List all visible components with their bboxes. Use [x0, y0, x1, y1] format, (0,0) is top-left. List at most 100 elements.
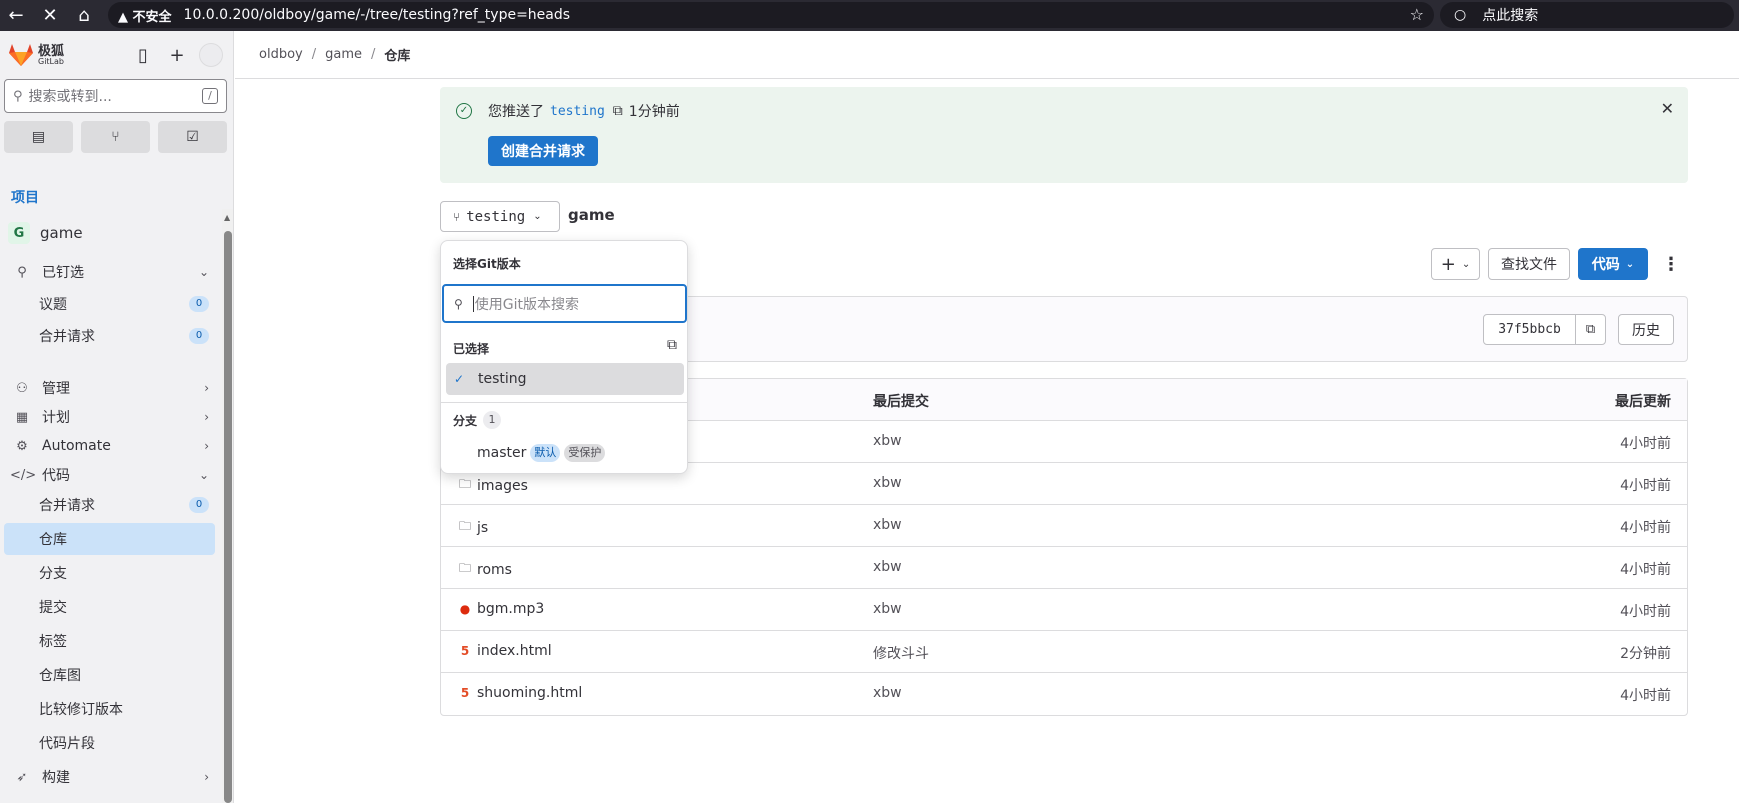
copy-icon[interactable]: ⧉ — [613, 103, 623, 119]
chevron-right-icon: › — [204, 439, 209, 453]
nav-commits[interactable]: 提交 — [4, 591, 215, 623]
commit-sha[interactable]: 37f5bbcb — [1483, 314, 1576, 345]
merge-requests-icon[interactable]: ⑂ — [81, 121, 150, 153]
commit-message[interactable]: xbw — [873, 685, 902, 701]
code-dropdown-button[interactable]: 代码 ⌄ — [1578, 248, 1648, 280]
home-icon[interactable]: ⌂ — [72, 4, 96, 28]
default-badge: 默认 — [530, 444, 561, 462]
dropdown-title: 选择Git版本 — [453, 257, 521, 271]
protected-badge: 受保护 — [564, 444, 606, 462]
commit-message[interactable]: xbw — [873, 601, 902, 617]
nav-tags[interactable]: 标签 — [4, 625, 215, 657]
nav-automate[interactable]: ⚙ Automate › — [4, 430, 215, 462]
rocket-icon: ➶ — [16, 769, 28, 785]
update-time: 4小时前 — [1620, 604, 1671, 620]
table-row[interactable]: ● bgm.mp3 xbw 4小时前 — [441, 589, 1687, 631]
nav-merge-requests[interactable]: 合并请求 0 — [4, 489, 215, 521]
table-row[interactable]: 🗀 roms xbw 4小时前 — [441, 547, 1687, 589]
back-icon[interactable]: ← — [4, 4, 28, 28]
gitlab-logo-icon[interactable] — [8, 43, 34, 67]
find-file-button[interactable]: 查找文件 — [1488, 248, 1570, 280]
add-dropdown-button[interactable]: + ⌄ — [1431, 248, 1480, 280]
project-link[interactable]: G game — [0, 221, 233, 245]
nav-repository[interactable]: 仓库 — [4, 523, 215, 555]
update-time: 4小时前 — [1620, 436, 1671, 452]
file-name[interactable]: images — [477, 478, 528, 494]
sidebar-search-input[interactable]: ⚲ 搜索或转到... / — [4, 79, 227, 113]
nav-merge-requests-pinned[interactable]: 合并请求 0 — [4, 320, 215, 352]
create-new-icon[interactable]: + — [165, 43, 189, 67]
bookmark-star-icon[interactable]: ☆ — [1410, 5, 1424, 24]
commit-message[interactable]: xbw — [873, 559, 902, 575]
table-row[interactable]: 🗀 js xbw 4小时前 — [441, 505, 1687, 547]
nav-plan[interactable]: ▦ 计划 › — [4, 401, 215, 433]
repo-path[interactable]: game — [568, 206, 615, 224]
create-merge-request-button[interactable]: 创建合并请求 — [488, 136, 598, 166]
nav-code[interactable]: </> 代码 ⌄ — [4, 459, 215, 491]
file-name[interactable]: roms — [477, 562, 512, 578]
close-icon[interactable]: ✕ — [1661, 99, 1674, 118]
file-name[interactable]: index.html — [477, 643, 552, 659]
breadcrumb-item[interactable]: oldboy — [259, 47, 303, 62]
ref-search-input[interactable]: ⚲ 使用Git版本搜索 — [442, 284, 687, 323]
branches-section-header: 分支 1 — [453, 411, 502, 429]
sidebar-scrollbar[interactable]: ▲ — [222, 209, 233, 803]
users-icon: ⚇ — [16, 380, 28, 396]
breadcrumb-item[interactable]: game — [325, 47, 362, 62]
branch-selector-button[interactable]: ⑂ testing ⌄ — [440, 201, 560, 232]
folder-icon: 🗀 — [458, 477, 471, 491]
todos-icon[interactable]: ☑ — [158, 121, 227, 153]
chevron-down-icon: ⌄ — [198, 265, 209, 279]
browser-toolbar: ← ✕ ⌂ ▲ 不安全 10.0.0.200/oldboy/game/-/tre… — [0, 0, 1739, 31]
copy-sha-icon[interactable]: ⧉ — [1575, 314, 1606, 345]
pushed-branch[interactable]: testing — [550, 104, 605, 119]
push-alert: ✓ 您推送了 testing ⧉ 1分钟前 ✕ 创建合并请求 — [440, 87, 1688, 183]
chevron-right-icon: › — [204, 410, 209, 424]
scrollbar-thumb[interactable] — [224, 231, 232, 803]
url-text[interactable]: 10.0.0.200/oldboy/game/-/tree/testing?re… — [184, 7, 571, 23]
table-row[interactable]: 5 index.html 修改斗斗 2分钟前 — [441, 631, 1687, 673]
avatar[interactable] — [199, 43, 223, 67]
nav-build[interactable]: ➶ 构建 › — [4, 761, 215, 793]
scroll-up-icon[interactable]: ▲ — [224, 213, 230, 222]
commit-message[interactable]: xbw — [873, 475, 902, 491]
check-icon: ✓ — [454, 372, 465, 386]
commit-message[interactable]: 修改斗斗 — [873, 643, 929, 663]
nav-compare-revisions[interactable]: 比较修订版本 — [4, 693, 215, 725]
commit-message[interactable]: xbw — [873, 433, 902, 449]
file-name[interactable]: shuoming.html — [477, 685, 582, 701]
history-button[interactable]: 历史 — [1618, 314, 1674, 345]
alert-message: 您推送了 testing ⧉ 1分钟前 — [488, 103, 680, 120]
update-time: 4小时前 — [1620, 520, 1671, 536]
issues-icon[interactable]: ▤ — [4, 121, 73, 153]
count-badge: 0 — [189, 328, 209, 344]
table-row[interactable]: 5 shuoming.html xbw 4小时前 — [441, 673, 1687, 715]
nav-issues[interactable]: 议题 0 — [4, 288, 215, 320]
more-actions-icon[interactable]: ⋮ — [1662, 248, 1680, 280]
nav-manage[interactable]: ⚇ 管理 › — [4, 372, 215, 404]
breadcrumb-separator: / — [311, 47, 317, 62]
commit-message[interactable]: xbw — [873, 517, 902, 533]
file-name[interactable]: js — [477, 520, 488, 536]
chevron-right-icon: › — [204, 770, 209, 784]
search-icon: ⚲ — [454, 296, 463, 311]
stop-icon[interactable]: ✕ — [38, 4, 62, 28]
branch-count-badge: 1 — [483, 411, 502, 429]
security-warning[interactable]: ▲ 不安全 — [118, 6, 172, 25]
breadcrumb-current[interactable]: 仓库 — [384, 45, 410, 64]
chevron-right-icon: › — [204, 381, 209, 395]
copy-icon[interactable]: ⧉ — [667, 337, 677, 353]
branch-item[interactable]: master 默认 受保护 — [477, 444, 606, 462]
nav-pinned[interactable]: ⚲ 已钉选 ⌄ — [4, 256, 215, 288]
selected-ref-item[interactable]: ✓ testing — [446, 363, 684, 395]
browser-search[interactable]: ○ 点此搜索 — [1440, 2, 1734, 28]
nav-branches[interactable]: 分支 — [4, 557, 215, 589]
file-name[interactable]: bgm.mp3 — [477, 601, 544, 617]
nav-snippets[interactable]: 代码片段 — [4, 727, 215, 759]
nav-repository-graph[interactable]: 仓库图 — [4, 659, 215, 691]
header-last-update: 最后更新 — [1615, 394, 1671, 410]
toggle-sidebar-icon[interactable]: ▯ — [131, 43, 155, 67]
pin-icon: ⚲ — [17, 264, 27, 280]
folder-icon: 🗀 — [458, 519, 471, 533]
url-bar[interactable]: ▲ 不安全 10.0.0.200/oldboy/game/-/tree/test… — [108, 2, 1434, 28]
